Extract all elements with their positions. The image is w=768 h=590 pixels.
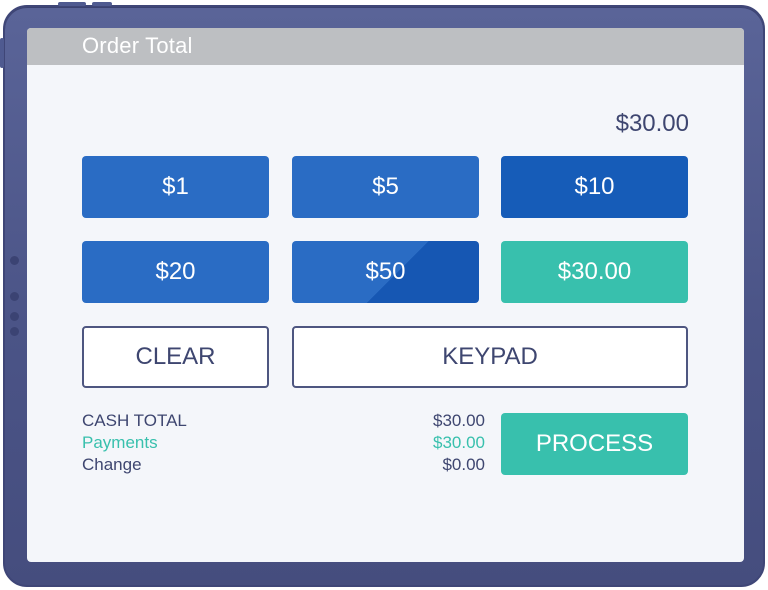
tablet-top-button-left <box>58 2 86 6</box>
page-title: Order Total <box>82 33 193 58</box>
clear-button[interactable]: CLEAR <box>82 326 269 388</box>
exact-amount-label: $30.00 <box>557 258 632 285</box>
cash-10-label: $10 <box>574 173 615 200</box>
camera-dot <box>10 256 19 265</box>
cash-50-label: $50 <box>365 258 406 285</box>
cash-total-label: CASH TOTAL <box>82 411 187 430</box>
cash-10-button[interactable]: $10 <box>501 156 688 218</box>
cash-50-button[interactable]: $50 <box>292 241 479 303</box>
payments-label: Payments <box>82 433 158 452</box>
keypad-label: KEYPAD <box>442 343 538 370</box>
pos-screen: Order Total $30.00 $1 $5 $10 $20 $50 $30… <box>27 28 744 562</box>
process-button[interactable]: PROCESS <box>501 413 688 475</box>
cash-total-value: $30.00 <box>433 411 485 430</box>
sensor-dot-1 <box>10 292 19 301</box>
tablet-side-button <box>0 38 4 68</box>
cash-20-label: $20 <box>155 258 196 285</box>
cash-5-button[interactable]: $5 <box>292 156 479 218</box>
payments-value: $30.00 <box>433 433 485 452</box>
tablet-top-button-right <box>92 2 112 6</box>
cash-20-button[interactable]: $20 <box>82 241 269 303</box>
change-value: $0.00 <box>442 455 485 474</box>
exact-amount-button[interactable]: $30.00 <box>501 241 688 303</box>
cash-1-button[interactable]: $1 <box>82 156 269 218</box>
cash-5-label: $5 <box>372 173 399 200</box>
process-label: PROCESS <box>535 430 654 457</box>
change-label: Change <box>82 455 142 474</box>
clear-label: CLEAR <box>135 343 216 370</box>
sensor-dot-3 <box>10 327 19 336</box>
keypad-button[interactable]: KEYPAD <box>292 326 688 388</box>
order-total-amount: $30.00 <box>615 110 689 137</box>
sensor-dot-2 <box>10 312 19 321</box>
cash-1-label: $1 <box>162 173 189 200</box>
title-bar: Order Total <box>27 28 744 65</box>
